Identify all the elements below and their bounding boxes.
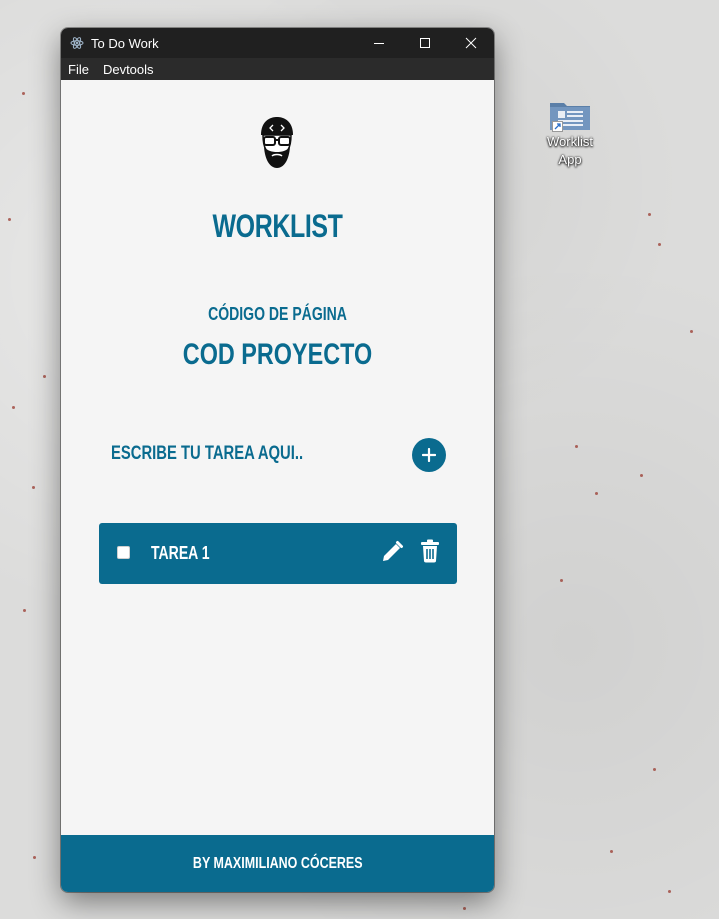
- shortcut-label-line2: App: [558, 152, 582, 167]
- app-content: WORKLIST CÓDIGO DE PÁGINA COD PROYECTO T…: [61, 80, 494, 835]
- shortcut-arrow-icon: [552, 121, 563, 132]
- task-item: TAREA 1: [99, 523, 457, 584]
- window-controls: [356, 28, 494, 58]
- task-text: TAREA 1: [151, 543, 210, 563]
- minimize-icon: [374, 43, 384, 44]
- plus-icon: [422, 448, 436, 462]
- edit-task-button[interactable]: [380, 540, 404, 564]
- maximize-icon: [420, 38, 430, 48]
- app-footer: BY MAXIMILIANO CÓCERES: [61, 835, 494, 892]
- menu-bar: File Devtools: [61, 58, 494, 80]
- desktop-shortcut-label: Worklist App: [540, 133, 600, 169]
- close-button[interactable]: [448, 28, 494, 58]
- desktop-shortcut-worklist[interactable]: Worklist App: [540, 98, 600, 169]
- trash-icon: [421, 539, 439, 563]
- menu-file[interactable]: File: [61, 62, 96, 77]
- delete-task-button[interactable]: [420, 539, 440, 563]
- maximize-button[interactable]: [402, 28, 448, 58]
- shortcut-label-line1: Worklist: [547, 134, 593, 149]
- project-code: COD PROYECTO: [182, 338, 373, 371]
- add-task-button[interactable]: [412, 438, 446, 472]
- minimize-button[interactable]: [356, 28, 402, 58]
- app-title: WORKLIST: [212, 208, 343, 244]
- window-title: To Do Work: [91, 35, 159, 51]
- task-input[interactable]: [111, 439, 330, 469]
- app-window: To Do Work File Devtools WORKLIST CÓDIGO…: [61, 28, 494, 892]
- footer-credit: BY MAXIMILIANO CÓCERES: [192, 854, 363, 872]
- page-code-label: CÓDIGO DE PÁGINA: [208, 304, 347, 324]
- title-bar[interactable]: To Do Work: [61, 28, 494, 58]
- folder-shortcut-icon: [548, 98, 592, 132]
- menu-devtools[interactable]: Devtools: [96, 62, 161, 77]
- close-icon: [465, 37, 477, 49]
- developer-avatar-icon: [261, 117, 293, 168]
- electron-app-icon: [70, 37, 84, 49]
- pencil-icon: [383, 541, 403, 561]
- task-checkbox[interactable]: [117, 546, 130, 559]
